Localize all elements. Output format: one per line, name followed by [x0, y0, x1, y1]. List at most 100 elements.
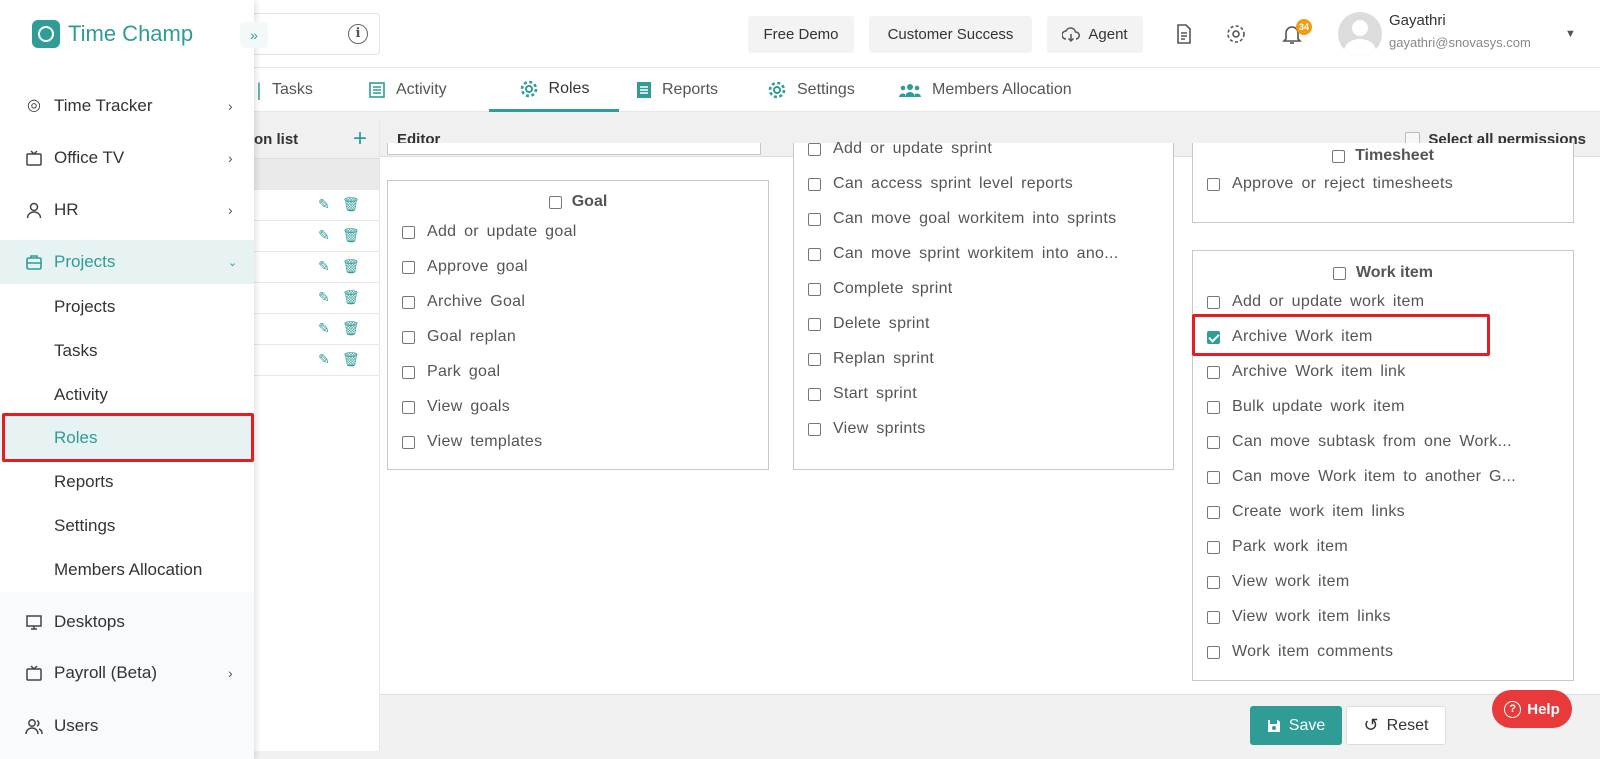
- role-row[interactable]: ✎ 🗑: [254, 252, 379, 283]
- edit-icon[interactable]: ✎: [316, 227, 332, 245]
- permission-item[interactable]: Add or update work item: [1207, 293, 1424, 311]
- permission-item[interactable]: Start sprint: [808, 385, 917, 403]
- role-row[interactable]: ✎ 🗑: [254, 221, 379, 252]
- permission-checkbox[interactable]: [808, 177, 821, 191]
- trash-icon[interactable]: 🗑: [342, 351, 360, 369]
- sidebar-subitem-roles[interactable]: Roles: [0, 416, 254, 459]
- sidebar-item-time-tracker[interactable]: ◎ Time Tracker ›: [0, 84, 254, 128]
- tab-reports[interactable]: Reports: [636, 68, 718, 112]
- permission-checkbox[interactable]: [1207, 645, 1220, 659]
- trash-icon[interactable]: 🗑: [342, 258, 360, 276]
- permission-checkbox[interactable]: [1207, 400, 1220, 414]
- edit-icon[interactable]: ✎: [316, 258, 332, 276]
- permission-item[interactable]: Approve or reject timesheets: [1207, 175, 1453, 193]
- save-button[interactable]: Save: [1250, 706, 1342, 745]
- permission-item[interactable]: Create work item links: [1207, 503, 1405, 521]
- permission-checkbox[interactable]: [808, 142, 821, 156]
- permission-item[interactable]: View work item links: [1207, 608, 1391, 626]
- permission-item[interactable]: Work item comments: [1207, 643, 1393, 661]
- expand-sidebar-icon[interactable]: »: [240, 22, 268, 48]
- role-row[interactable]: ✎ 🗑: [254, 190, 379, 221]
- role-row[interactable]: ✎ 🗑: [254, 283, 379, 314]
- group-checkbox[interactable]: [1332, 266, 1346, 280]
- permission-item[interactable]: Archive Goal: [402, 293, 525, 311]
- role-row[interactable]: ✎ 🗑: [254, 345, 379, 376]
- reset-button[interactable]: ↺ Reset: [1346, 706, 1446, 745]
- permission-checkbox[interactable]: [402, 295, 415, 309]
- permission-item[interactable]: Park goal: [402, 363, 500, 381]
- permission-checkbox[interactable]: [808, 317, 821, 331]
- sidebar-subitem-tasks[interactable]: Tasks: [0, 329, 254, 372]
- sidebar-item-desktops[interactable]: Desktops: [0, 600, 254, 644]
- permission-checkbox[interactable]: [808, 212, 821, 226]
- permission-item[interactable]: Approve goal: [402, 258, 528, 276]
- gear-icon[interactable]: [1224, 22, 1248, 46]
- tab-activity[interactable]: Activity: [368, 68, 447, 112]
- permission-item[interactable]: Park work item: [1207, 538, 1348, 556]
- edit-icon[interactable]: ✎: [316, 320, 332, 338]
- permission-checkbox[interactable]: [402, 400, 415, 414]
- permission-item[interactable]: Add or update goal: [402, 223, 577, 241]
- sidebar-subitem-activity[interactable]: Activity: [0, 373, 254, 416]
- permission-checkbox[interactable]: [1207, 540, 1220, 554]
- sidebar-item-projects[interactable]: Projects ⌄: [0, 240, 254, 284]
- permission-checkbox[interactable]: [402, 330, 415, 344]
- sidebar-subitem-projects[interactable]: Projects: [0, 285, 254, 328]
- permission-checkbox[interactable]: [1207, 435, 1220, 449]
- permission-item[interactable]: Bulk update work item: [1207, 398, 1405, 416]
- permission-checkbox[interactable]: [808, 282, 821, 296]
- permission-item[interactable]: View work item: [1207, 573, 1350, 591]
- permission-checkbox[interactable]: [1207, 610, 1220, 624]
- trash-icon[interactable]: 🗑: [342, 196, 360, 214]
- permission-item[interactable]: View goals: [402, 398, 510, 416]
- permission-item[interactable]: Can move goal workitem into sprints: [808, 210, 1116, 228]
- role-row[interactable]: [254, 159, 379, 190]
- add-role-icon[interactable]: +: [353, 125, 367, 153]
- permission-item[interactable]: Add or update sprint: [808, 140, 992, 158]
- edit-icon[interactable]: ✎: [316, 289, 332, 307]
- permission-item[interactable]: Archive Work item: [1207, 328, 1373, 346]
- tab-settings[interactable]: Settings: [767, 68, 855, 112]
- trash-icon[interactable]: 🗑: [342, 320, 360, 338]
- sidebar-item-users[interactable]: Users: [0, 704, 254, 748]
- permission-checkbox[interactable]: [808, 422, 821, 436]
- edit-icon[interactable]: ✎: [316, 351, 332, 369]
- permission-item[interactable]: Can move sprint workitem into ano...: [808, 245, 1118, 263]
- permission-checkbox[interactable]: [402, 365, 415, 379]
- trash-icon[interactable]: 🗑: [342, 289, 360, 307]
- sidebar-subitem-members-allocation[interactable]: Members Allocation: [0, 548, 254, 591]
- permission-item[interactable]: Complete sprint: [808, 280, 953, 298]
- permission-checkbox[interactable]: [1207, 295, 1220, 309]
- permission-checkbox[interactable]: [1207, 505, 1220, 519]
- permission-checkbox[interactable]: [402, 435, 415, 449]
- permission-item[interactable]: Goal replan: [402, 328, 516, 346]
- edit-icon[interactable]: ✎: [316, 196, 332, 214]
- customer-success-button[interactable]: Customer Success: [869, 16, 1032, 53]
- permission-item[interactable]: Can move subtask from one Work...: [1207, 433, 1512, 451]
- permission-checkbox[interactable]: [1207, 365, 1220, 379]
- permission-item[interactable]: Can access sprint level reports: [808, 175, 1073, 193]
- help-button[interactable]: ? Help: [1492, 690, 1572, 728]
- sidebar-item-payroll[interactable]: Payroll (Beta) ›: [0, 651, 254, 695]
- agent-button[interactable]: Agent: [1047, 16, 1143, 53]
- permission-item[interactable]: View sprints: [808, 420, 926, 438]
- sidebar-subitem-settings[interactable]: Settings: [0, 504, 254, 547]
- free-demo-button[interactable]: Free Demo: [748, 16, 854, 53]
- group-checkbox[interactable]: [548, 195, 562, 209]
- role-row[interactable]: ✎ 🗑: [254, 314, 379, 345]
- permission-checkbox[interactable]: [808, 352, 821, 366]
- chevron-down-icon[interactable]: ▼: [1565, 28, 1576, 40]
- tab-members-allocation[interactable]: Members Allocation: [898, 68, 1072, 112]
- document-icon[interactable]: [1172, 22, 1196, 46]
- permission-item[interactable]: Delete sprint: [808, 315, 930, 333]
- permission-item[interactable]: Archive Work item link: [1207, 363, 1406, 381]
- permission-checkbox[interactable]: [1207, 330, 1220, 344]
- permission-item[interactable]: Replan sprint: [808, 350, 934, 368]
- permission-item[interactable]: View templates: [402, 433, 542, 451]
- tab-tasks[interactable]: | Tasks: [256, 68, 313, 112]
- permission-checkbox[interactable]: [402, 260, 415, 274]
- brand[interactable]: Time Champ: [32, 20, 193, 48]
- permission-checkbox[interactable]: [1207, 470, 1220, 484]
- sidebar-item-office-tv[interactable]: Office TV ›: [0, 136, 254, 180]
- trash-icon[interactable]: 🗑: [342, 227, 360, 245]
